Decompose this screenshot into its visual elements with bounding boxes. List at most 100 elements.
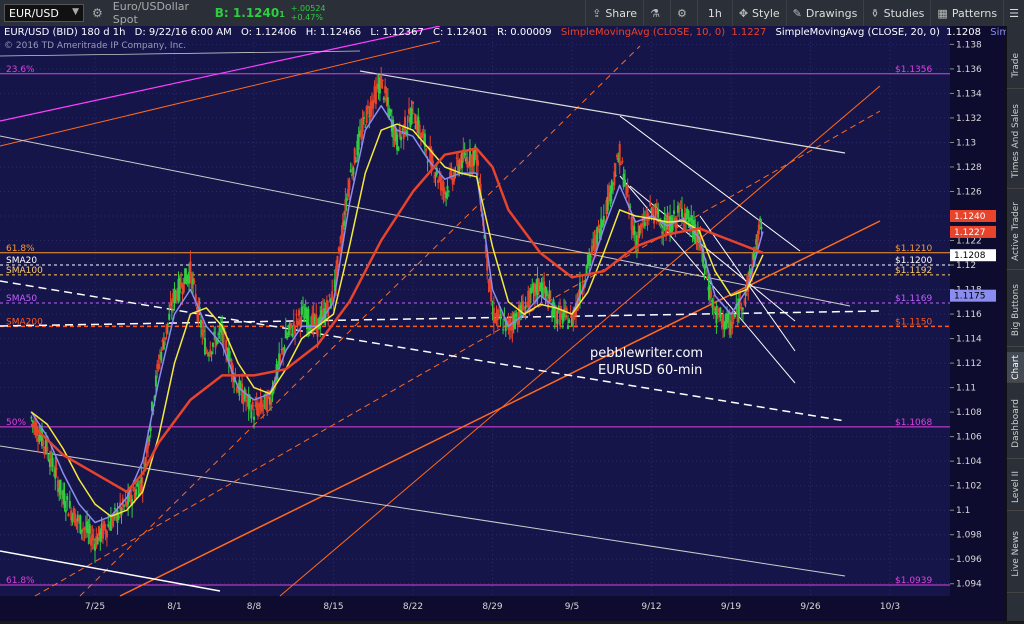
series-point <box>348 246 350 248</box>
style-button[interactable]: ✥ Style <box>731 0 786 26</box>
chart-svg[interactable]: 23.6% $1.1356 61.8% $1.1210 SMA20 $1.1200 SMA1… <box>0 25 1024 621</box>
candle-body <box>716 308 719 312</box>
price-flag-label: 1.1240 <box>954 212 986 222</box>
x-tick-label: 7/25 <box>85 602 105 612</box>
series-point <box>666 221 669 223</box>
series-point <box>507 325 509 327</box>
side-tab-chart[interactable]: Chart <box>1007 352 1024 383</box>
series-point <box>62 472 64 475</box>
candle-body <box>30 416 33 419</box>
candle-body <box>251 402 254 409</box>
candle-body <box>568 319 571 324</box>
x-tick-label: 8/8 <box>247 602 262 612</box>
y-tick-label: 1.126 <box>956 187 982 197</box>
series-point <box>46 423 48 425</box>
series-point <box>603 227 605 229</box>
candle-body <box>366 105 369 109</box>
candle-body <box>446 185 449 190</box>
series-point <box>412 135 414 137</box>
candle-body <box>96 537 99 545</box>
studies-button[interactable]: ⚱ Studies <box>863 0 930 26</box>
series-point <box>635 246 637 248</box>
candle-body <box>728 320 731 336</box>
candle-body <box>514 317 517 329</box>
candle-body <box>217 333 220 335</box>
series-point <box>491 288 494 291</box>
candle-body <box>620 163 623 165</box>
candle-body <box>589 256 592 258</box>
series-point <box>301 337 303 340</box>
gear-icon[interactable]: ⚙ <box>92 6 103 20</box>
series-point <box>555 307 557 309</box>
series-point <box>30 423 32 425</box>
candle-body <box>678 209 681 212</box>
series-point <box>173 362 176 364</box>
candle-body <box>63 493 66 509</box>
side-tab-big-buttons[interactable]: Big Buttons <box>1007 275 1024 347</box>
candle-body <box>706 276 709 279</box>
x-tick-label: 9/12 <box>641 602 661 612</box>
series-point <box>619 209 621 211</box>
candle-body <box>46 446 49 452</box>
side-tab-level-ii[interactable]: Level II <box>1007 464 1024 511</box>
candle-body <box>618 143 621 166</box>
drawings-button[interactable]: ✎ Drawings <box>785 0 864 26</box>
series-point <box>682 220 684 222</box>
menu-button[interactable]: ☰ <box>1003 0 1024 26</box>
side-tab-live-news[interactable]: Live News <box>1007 516 1024 593</box>
series-point <box>94 521 96 524</box>
candle-body <box>180 282 183 288</box>
series-point <box>476 172 478 174</box>
timeframe-button[interactable]: 1h <box>696 0 732 26</box>
y-tick-label: 1.12 <box>956 261 976 271</box>
candle-body <box>286 335 289 339</box>
candle-body <box>262 405 265 407</box>
flask-button[interactable]: ⚗ <box>643 0 670 26</box>
settings-button[interactable]: ⚙ <box>669 0 697 26</box>
series-point <box>189 399 191 401</box>
series-point <box>635 215 637 217</box>
candle-body <box>207 355 210 357</box>
candle-body <box>298 309 301 316</box>
x-tick-label: 8/29 <box>482 602 502 612</box>
candle-body <box>67 513 70 517</box>
side-tab-trade[interactable]: Trade <box>1007 42 1024 89</box>
beaker-icon: ⚱ <box>870 6 880 20</box>
series-point <box>237 362 239 364</box>
y-tick-label: 1.102 <box>956 482 982 492</box>
candle-body <box>641 223 644 227</box>
patterns-button[interactable]: ▦ Patterns <box>930 0 1003 26</box>
side-tab-bar: Trade Times And Sales Active Trader Big But… <box>1006 26 1024 621</box>
level-label: SMA200 <box>6 317 43 327</box>
candle-body <box>299 319 302 327</box>
series-point <box>746 288 748 291</box>
price-chart[interactable]: 23.6% $1.1356 61.8% $1.1210 SMA20 $1.1200 SMA1… <box>0 25 1024 621</box>
series-point <box>364 129 366 131</box>
candle-body <box>524 305 527 309</box>
side-tab-active-trader[interactable]: Active Trader <box>1007 194 1024 270</box>
candle-body <box>381 79 384 82</box>
side-tab-dashboard[interactable]: Dashboard <box>1007 388 1024 459</box>
series-point <box>635 221 637 223</box>
gear-icon: ⚙ <box>676 6 687 20</box>
candle-body <box>657 209 660 218</box>
candle-body <box>760 226 763 229</box>
candle-body <box>506 318 509 320</box>
studies-label: Studies <box>883 6 925 20</box>
series-point <box>650 217 653 220</box>
share-button[interactable]: ⇪ Share <box>585 0 643 26</box>
candle-body <box>413 122 416 124</box>
candle-body <box>193 280 196 283</box>
y-tick-label: 1.1 <box>956 506 970 516</box>
side-tab-times-and-sales[interactable]: Times And Sales <box>1007 94 1024 189</box>
symbol-selector[interactable]: EUR/USD ▼ <box>4 4 84 22</box>
side-tab-label: Times And Sales <box>1011 104 1021 178</box>
level-label: 61.8% <box>6 576 35 586</box>
bid-fraction: 1 <box>279 10 285 19</box>
candle-body <box>690 215 693 222</box>
candle-body <box>348 179 351 191</box>
series-point <box>444 178 446 180</box>
more-legend: Simp... <box>990 27 1006 38</box>
level-price: $1.1150 <box>895 317 932 327</box>
candle-body <box>51 457 54 467</box>
